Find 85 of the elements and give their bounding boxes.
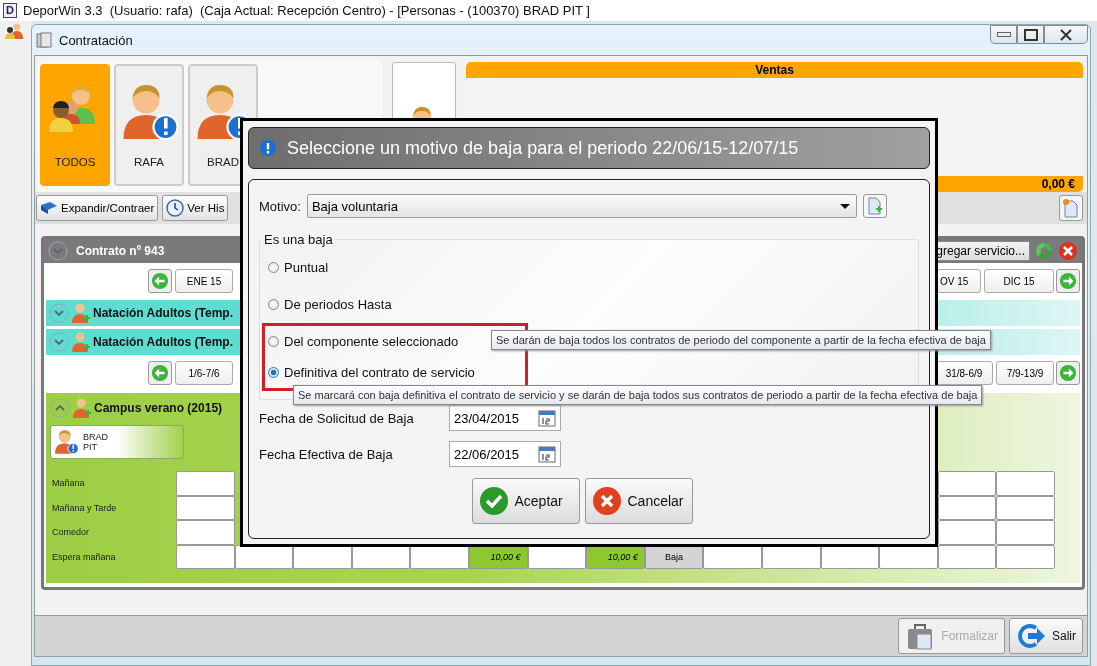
person-add-icon (72, 397, 92, 419)
window-title: Contratación (59, 32, 133, 48)
maximize-button[interactable] (1017, 25, 1044, 44)
toolbar-button[interactable]: Ver His (162, 195, 229, 221)
book-icon (40, 200, 58, 216)
expand-icon[interactable] (49, 303, 69, 323)
date-field[interactable]: 23/04/2015 (449, 405, 561, 431)
exit-icon (1016, 622, 1046, 650)
period-button[interactable]: OV 15 (937, 269, 981, 293)
next-button[interactable] (1056, 361, 1080, 385)
period-button[interactable]: 31/8-6/9 (935, 361, 993, 385)
accept-button[interactable]: Aceptar (471, 478, 580, 524)
close-button[interactable] (1044, 25, 1088, 44)
table-cell[interactable] (176, 544, 235, 569)
table-cell[interactable] (176, 471, 235, 496)
collapse-icon[interactable] (50, 398, 70, 418)
close-icon[interactable] (1060, 28, 1072, 41)
close-icon[interactable] (1058, 241, 1078, 261)
checkmark-icon (478, 486, 509, 516)
service-name: Natación Adultos (Temp. (93, 306, 233, 320)
clock-icon (166, 199, 185, 217)
period-button[interactable]: DIC 15 (984, 269, 1054, 293)
info-icon (259, 139, 277, 157)
participant-name: PIT (83, 442, 98, 452)
radio-button[interactable] (268, 336, 279, 347)
calendar-icon[interactable] (538, 445, 556, 463)
row-label: Mañana (51, 478, 86, 489)
table-cell[interactable] (996, 520, 1055, 545)
calendar-icon[interactable] (538, 409, 556, 427)
radio-button[interactable] (268, 367, 279, 378)
service-name: Campus verano (2015) (94, 401, 223, 415)
field-label: Fecha de Solicitud de Baja (259, 410, 415, 426)
dialog-title: Seleccione un motivo de baja para el periodo 22/06/15-12/07/15 (287, 137, 799, 159)
table-cell[interactable] (176, 520, 235, 545)
participant-chip[interactable]: BRAD PIT (50, 425, 184, 459)
sales-title: Ventas (466, 62, 1083, 78)
toolbar-button[interactable]: Expandir/Contraer (36, 195, 159, 221)
person-add-icon (71, 302, 91, 324)
field-label: Fecha Efectiva de Baja (259, 446, 394, 462)
app-logo-icon: D (3, 3, 17, 18)
reason-dropdown[interactable]: Baja voluntaria (306, 194, 857, 218)
expand-icon[interactable] (48, 241, 68, 261)
group-title: Es una baja (263, 232, 334, 247)
expand-icon[interactable] (49, 332, 69, 352)
row-label: Comedor (51, 527, 90, 538)
option-label[interactable]: Definitiva del contrato de servicio (284, 365, 475, 380)
row-label: Espera mañana (51, 551, 117, 562)
exit-button[interactable]: Salir (1009, 618, 1083, 654)
next-button[interactable] (1056, 269, 1080, 293)
service-name: Natación Adultos (Temp. (93, 335, 233, 349)
people-icon[interactable] (4, 23, 24, 39)
new-document-button[interactable] (1059, 195, 1083, 221)
period-button[interactable]: ENE 15 (175, 269, 233, 293)
person-alert-icon (53, 429, 79, 455)
radio-button[interactable] (268, 262, 279, 273)
field-label: Motivo: (259, 198, 301, 214)
period-button[interactable]: 1/6-7/6 (175, 361, 233, 385)
date-field[interactable]: 22/06/2015 (449, 441, 561, 467)
table-cell[interactable] (937, 520, 997, 545)
person-add-icon (71, 331, 91, 353)
table-cell[interactable] (937, 471, 997, 496)
radio-button[interactable] (268, 299, 279, 310)
tooltip: Se darán de baja todos los contratos de periodo del componente a partir de la fecha efectiva de baja (491, 330, 991, 350)
cancel-button[interactable]: Cancelar (584, 478, 693, 524)
add-document-button[interactable] (862, 194, 887, 218)
row-label: Mañana y Tarde (51, 502, 118, 513)
table-cell[interactable] (176, 495, 235, 520)
table-cell[interactable] (996, 495, 1055, 520)
person-tile[interactable]: RAFA (114, 64, 184, 186)
contract-title: Contrato nº 943 (76, 244, 165, 258)
previous-button[interactable] (148, 269, 172, 293)
option-label[interactable]: Puntual (284, 260, 329, 275)
cancel-icon (591, 486, 622, 516)
previous-button[interactable] (148, 361, 172, 385)
person-tile[interactable]: TODOS (40, 64, 110, 186)
period-button[interactable]: 7/9-13/9 (996, 361, 1054, 385)
documents-icon (35, 31, 53, 49)
participant-name: BRAD (83, 432, 108, 442)
minimize-button[interactable] (990, 25, 1017, 44)
option-label[interactable]: De periodos Hasta (284, 297, 392, 312)
table-cell[interactable] (996, 471, 1055, 496)
table-cell[interactable] (996, 544, 1055, 569)
app-title: DeporWin 3.3 (Usuario: rafa) (Caja Actual: Recepción Centro) - [Personas - (100370) BRAD PIT ] (23, 3, 590, 18)
tooltip: Se marcará con baja definitiva el contrato de servicio y se darán de baja todos sus contratos de periodo a partir de la fecha efectiva de baja (293, 385, 983, 405)
option-label[interactable]: Del componente seleccionado (284, 334, 459, 349)
